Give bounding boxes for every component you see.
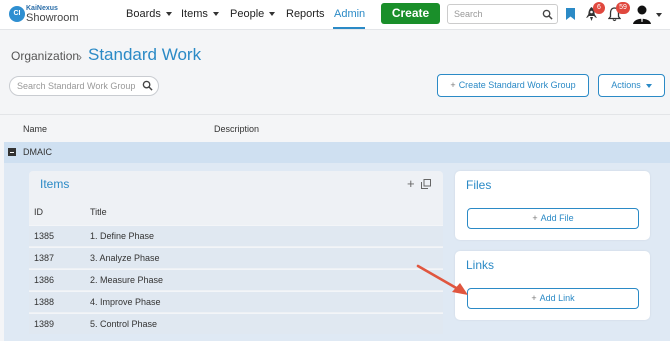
- nav-items[interactable]: Items: [181, 8, 219, 20]
- files-title: Files: [466, 178, 492, 192]
- avatar-icon[interactable]: [632, 4, 652, 24]
- rocket-badge: 6: [593, 2, 605, 14]
- row-id: 1388: [34, 297, 55, 307]
- actions-button[interactable]: Actions: [598, 74, 665, 97]
- plus-icon: +: [531, 293, 537, 303]
- page-title: Standard Work: [88, 45, 202, 64]
- group-row[interactable]: DMAIC: [4, 142, 670, 163]
- table-row[interactable]: 1385 1. Define Phase: [29, 225, 443, 246]
- search-icon[interactable]: [542, 9, 553, 20]
- table-row[interactable]: 1387 3. Analyze Phase: [29, 247, 443, 268]
- add-link-button[interactable]: + Add Link: [467, 288, 639, 309]
- create-standard-work-group-button[interactable]: + Create Standard Work Group: [437, 74, 589, 97]
- arrow-annotation-icon: [416, 264, 468, 295]
- items-column-id[interactable]: ID: [34, 207, 43, 217]
- search-input[interactable]: [448, 5, 534, 23]
- global-search[interactable]: [447, 4, 558, 24]
- logo-badge: CI: [9, 6, 25, 22]
- top-navigation: CI KaiNexus Showroom Boards Items People…: [0, 0, 670, 30]
- row-id: 1385: [34, 231, 55, 241]
- table-row[interactable]: 1389 5. Control Phase: [29, 313, 443, 334]
- nav-admin[interactable]: Admin: [334, 8, 365, 20]
- notification-badge: 59: [616, 2, 630, 14]
- create-group-label: Create Standard Work Group: [458, 80, 576, 90]
- logo-instance: Showroom: [26, 12, 79, 24]
- kainexus-logo[interactable]: CI KaiNexus Showroom: [9, 5, 84, 25]
- search-icon[interactable]: [142, 80, 153, 91]
- add-file-button[interactable]: + Add File: [467, 208, 639, 229]
- chevron-down-icon: [165, 12, 172, 17]
- row-title[interactable]: 5. Control Phase: [90, 319, 157, 329]
- items-title: Items: [40, 177, 70, 191]
- plus-icon: +: [532, 213, 538, 223]
- nav-boards[interactable]: Boards: [126, 8, 172, 20]
- table-header: Name Description: [0, 114, 670, 142]
- logo-brand: KaiNexus: [26, 5, 58, 12]
- plus-icon: +: [450, 80, 456, 90]
- files-card: Files + Add File: [455, 171, 650, 240]
- chevron-down-icon: [269, 12, 276, 17]
- bookmark-icon[interactable]: [566, 8, 575, 20]
- links-title: Links: [466, 258, 495, 272]
- row-id: 1386: [34, 275, 55, 285]
- row-title[interactable]: 1. Define Phase: [90, 231, 154, 241]
- popout-icon[interactable]: [421, 179, 431, 189]
- chevron-down-icon[interactable]: [656, 13, 662, 17]
- add-file-label: Add File: [540, 213, 574, 223]
- column-header-description[interactable]: Description: [214, 124, 259, 134]
- table-row[interactable]: 1388 4. Improve Phase: [29, 291, 443, 312]
- nav-reports[interactable]: Reports: [286, 8, 325, 20]
- active-tab-indicator: [333, 27, 365, 29]
- row-id: 1389: [34, 319, 55, 329]
- row-title[interactable]: 4. Improve Phase: [90, 297, 161, 307]
- nav-boards-label: Boards: [126, 8, 161, 20]
- actions-label: Actions: [611, 80, 641, 90]
- links-card: Links + Add Link: [455, 251, 650, 320]
- nav-people[interactable]: People: [230, 8, 276, 20]
- chevron-right-icon: ›: [78, 50, 82, 64]
- row-title[interactable]: 2. Measure Phase: [90, 275, 163, 285]
- nav-items-label: Items: [181, 8, 208, 20]
- row-id: 1387: [34, 253, 55, 263]
- collapse-icon[interactable]: [8, 148, 16, 156]
- chevron-down-icon: [212, 12, 219, 17]
- plus-icon[interactable]: +: [407, 176, 415, 191]
- items-panel: Items + ID Title 1385 1. Define Phase 13…: [29, 171, 443, 334]
- breadcrumb-organization[interactable]: Organization: [11, 49, 79, 63]
- add-link-label: Add Link: [539, 293, 575, 303]
- items-column-title[interactable]: Title: [90, 207, 107, 217]
- column-header-name[interactable]: Name: [23, 124, 47, 134]
- table-row[interactable]: 1386 2. Measure Phase: [29, 269, 443, 290]
- standard-work-search[interactable]: [9, 76, 159, 96]
- row-title[interactable]: 3. Analyze Phase: [90, 253, 160, 263]
- nav-people-label: People: [230, 8, 265, 20]
- chevron-down-icon: [645, 83, 652, 88]
- standard-work-search-input[interactable]: [10, 77, 135, 95]
- group-name: DMAIC: [23, 147, 52, 157]
- create-button[interactable]: Create: [381, 3, 440, 24]
